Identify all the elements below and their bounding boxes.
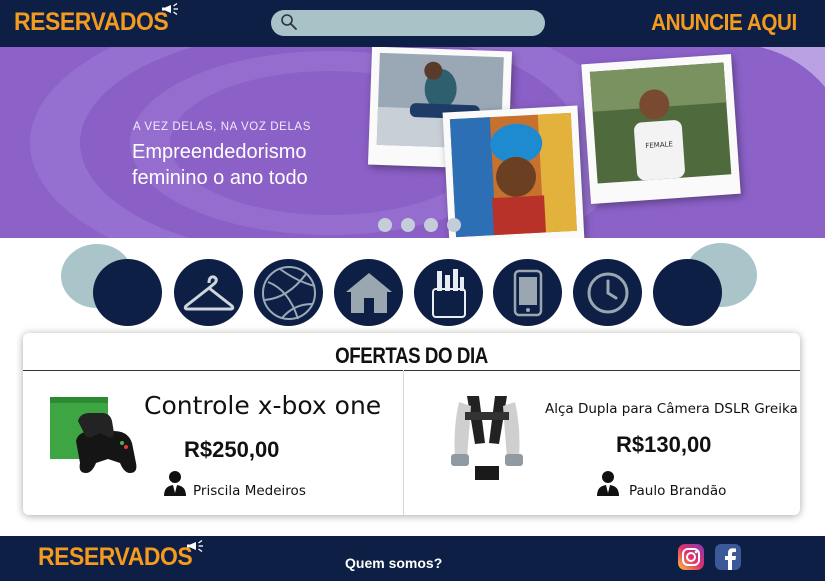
daily-offers-card: OFERTAS DO DIA Controle x-box one R$250,… (23, 333, 800, 515)
user-icon (597, 471, 619, 496)
school-supplies-icon (431, 268, 466, 318)
banner-title: Empreendedorismo feminino o ano todo (132, 139, 392, 191)
slide-dot[interactable] (378, 218, 392, 232)
offers-title-divider (23, 370, 800, 371)
banner-kicker: A VEZ DELAS, NA VOZ DELAS (133, 121, 311, 133)
advertise-link[interactable]: ANUNCIE AQUI (651, 9, 797, 36)
photo-woman-white-shirt: FEMALE (581, 53, 741, 205)
facebook-icon[interactable] (715, 544, 741, 570)
banner-title-line1: Empreendedorismo (132, 141, 307, 163)
offer-price: R$250,00 (184, 437, 280, 462)
megaphone-icon (162, 2, 178, 16)
offer-price: R$130,00 (616, 432, 712, 457)
seller-name[interactable]: Paulo Brandão (629, 483, 726, 499)
slide-indicators (378, 218, 461, 232)
offers-column-divider (403, 370, 404, 515)
slide-dot[interactable] (401, 218, 415, 232)
house-icon (345, 272, 392, 313)
category-blank-left[interactable] (93, 259, 162, 326)
camera-strap-image[interactable] (437, 388, 537, 488)
slide-dot[interactable] (447, 218, 461, 232)
banner-title-line2: feminino o ano todo (132, 167, 308, 189)
megaphone-icon (187, 539, 203, 553)
volleyball-icon (261, 265, 316, 320)
offers-title: OFERTAS DO DIA (335, 343, 488, 368)
category-sports[interactable] (254, 259, 323, 326)
search-icon[interactable] (280, 13, 298, 31)
category-clothing[interactable] (174, 259, 243, 326)
instagram-icon[interactable] (678, 544, 704, 570)
hanger-icon (183, 274, 234, 310)
about-us-link[interactable]: Quem somos? (345, 555, 442, 571)
category-school[interactable] (414, 259, 483, 326)
category-home[interactable] (334, 259, 403, 326)
category-watches[interactable] (573, 259, 642, 326)
slide-dot[interactable] (424, 218, 438, 232)
offer-name[interactable]: Controle x-box one (144, 391, 381, 420)
search-input[interactable] (271, 10, 545, 36)
photo-woman-turban (442, 105, 585, 238)
category-blank-right[interactable] (653, 259, 722, 326)
footer-brand-logo[interactable]: RESERVADOS (38, 543, 193, 572)
brand-logo[interactable]: RESERVADOS (14, 8, 169, 37)
seller-name[interactable]: Priscila Medeiros (193, 483, 306, 499)
hero-banner[interactable]: A VEZ DELAS, NA VOZ DELAS Empreendedoris… (0, 47, 825, 238)
user-icon (164, 471, 186, 496)
category-electronics[interactable] (493, 259, 562, 326)
offer-name[interactable]: Alça Dupla para Câmera DSLR Greika (545, 401, 798, 417)
clock-icon (587, 272, 628, 313)
smartphone-icon (513, 269, 542, 316)
xbox-controller-image[interactable] (48, 391, 140, 483)
